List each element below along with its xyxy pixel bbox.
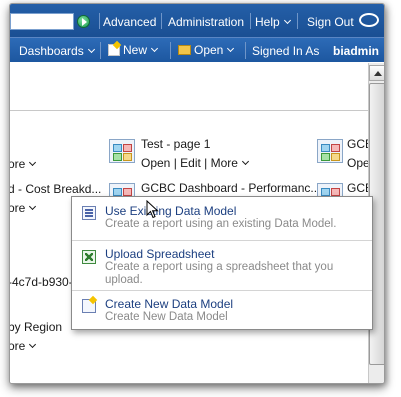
mouse-pointer-shape [146,200,159,219]
more-label: ore [9,201,26,215]
advanced-link[interactable]: Advanced [103,15,156,29]
dashboards-menu[interactable]: Dashboards [19,44,95,58]
data-model-icon [82,206,96,220]
more-link[interactable]: ore [9,339,37,353]
new-menu[interactable]: New [108,42,159,57]
header-divider [297,13,298,29]
more-link[interactable]: ore [9,157,37,171]
open-label: Open [194,43,224,57]
chevron-down-icon [150,44,159,53]
menu-item-description: Create a report using a spreadsheet that… [105,261,334,286]
menu-item-description: Create a report using an existing Data M… [105,218,337,230]
section-divider [10,110,368,111]
signed-in-label: Signed In As [252,44,320,58]
open-menu[interactable]: Open [178,43,235,57]
toolbar-divider [100,42,101,59]
spreadsheet-icon [82,250,96,264]
chevron-down-icon [241,157,249,166]
chevron-down-icon [87,45,95,54]
administration-link[interactable]: Administration [168,15,244,29]
create-new-data-model-item[interactable]: Create New Data Model Create New Data Mo… [72,291,372,330]
global-header: Advanced Administration Help Sign Out [10,4,384,37]
open-link[interactable]: Ope [347,156,370,170]
more-label: ore [9,339,26,353]
go-arrow-icon[interactable] [77,15,90,28]
chevron-down-icon [29,202,37,211]
toolbar-divider [245,42,246,59]
menu-item-description: Create New Data Model [105,311,228,323]
dashboards-label: Dashboards [19,44,84,58]
new-icon [108,44,120,56]
header-divider [250,13,251,29]
search-input[interactable] [10,13,74,30]
menu-item-title: Create New Data Model [105,297,234,311]
use-existing-data-model-item[interactable]: Use Existing Data Model Create a report … [72,197,372,240]
chevron-down-icon [283,16,291,25]
oracle-logo-icon [359,13,379,27]
item-actions[interactable]: Open | Edit | More [141,156,249,170]
new-data-model-icon [82,299,96,313]
scroll-up-button[interactable] [369,65,384,81]
dashboard-icon [317,139,343,163]
chevron-down-icon [227,44,235,53]
new-label: New [123,43,148,57]
item-title[interactable]: Test - page 1 [141,137,210,151]
toolbar-divider [170,42,171,59]
item-actions-label: Open | Edit | More [141,156,238,170]
item-title[interactable]: GCBC Dashboard - Performanc... [141,181,320,195]
upload-spreadsheet-item[interactable]: Upload Spreadsheet Create a report using… [72,241,372,290]
item-title[interactable]: -4c7d-b930-7 [10,275,79,289]
user-name: biadmin [333,44,380,58]
toolbar: Dashboards New Open Signed In As biadmin [10,37,384,68]
menu-item-title: Use Existing Data Model [105,204,237,218]
help-label: Help [255,15,280,29]
create-report-menu: Use Existing Data Model Create a report … [71,196,373,330]
help-menu[interactable]: Help [255,15,291,29]
item-title[interactable]: d - Cost Breakd... [10,182,101,196]
item-title[interactable]: by Region [10,320,62,334]
more-link[interactable]: ore [9,201,37,215]
header-divider [99,13,100,29]
chevron-down-icon [29,158,37,167]
more-label: ore [9,157,26,171]
header-divider [161,13,162,29]
sign-out-link[interactable]: Sign Out [307,15,354,29]
menu-item-title: Upload Spreadsheet [105,247,215,261]
chevron-down-icon [29,340,37,349]
dashboard-icon [109,139,135,163]
folder-icon [178,45,191,55]
